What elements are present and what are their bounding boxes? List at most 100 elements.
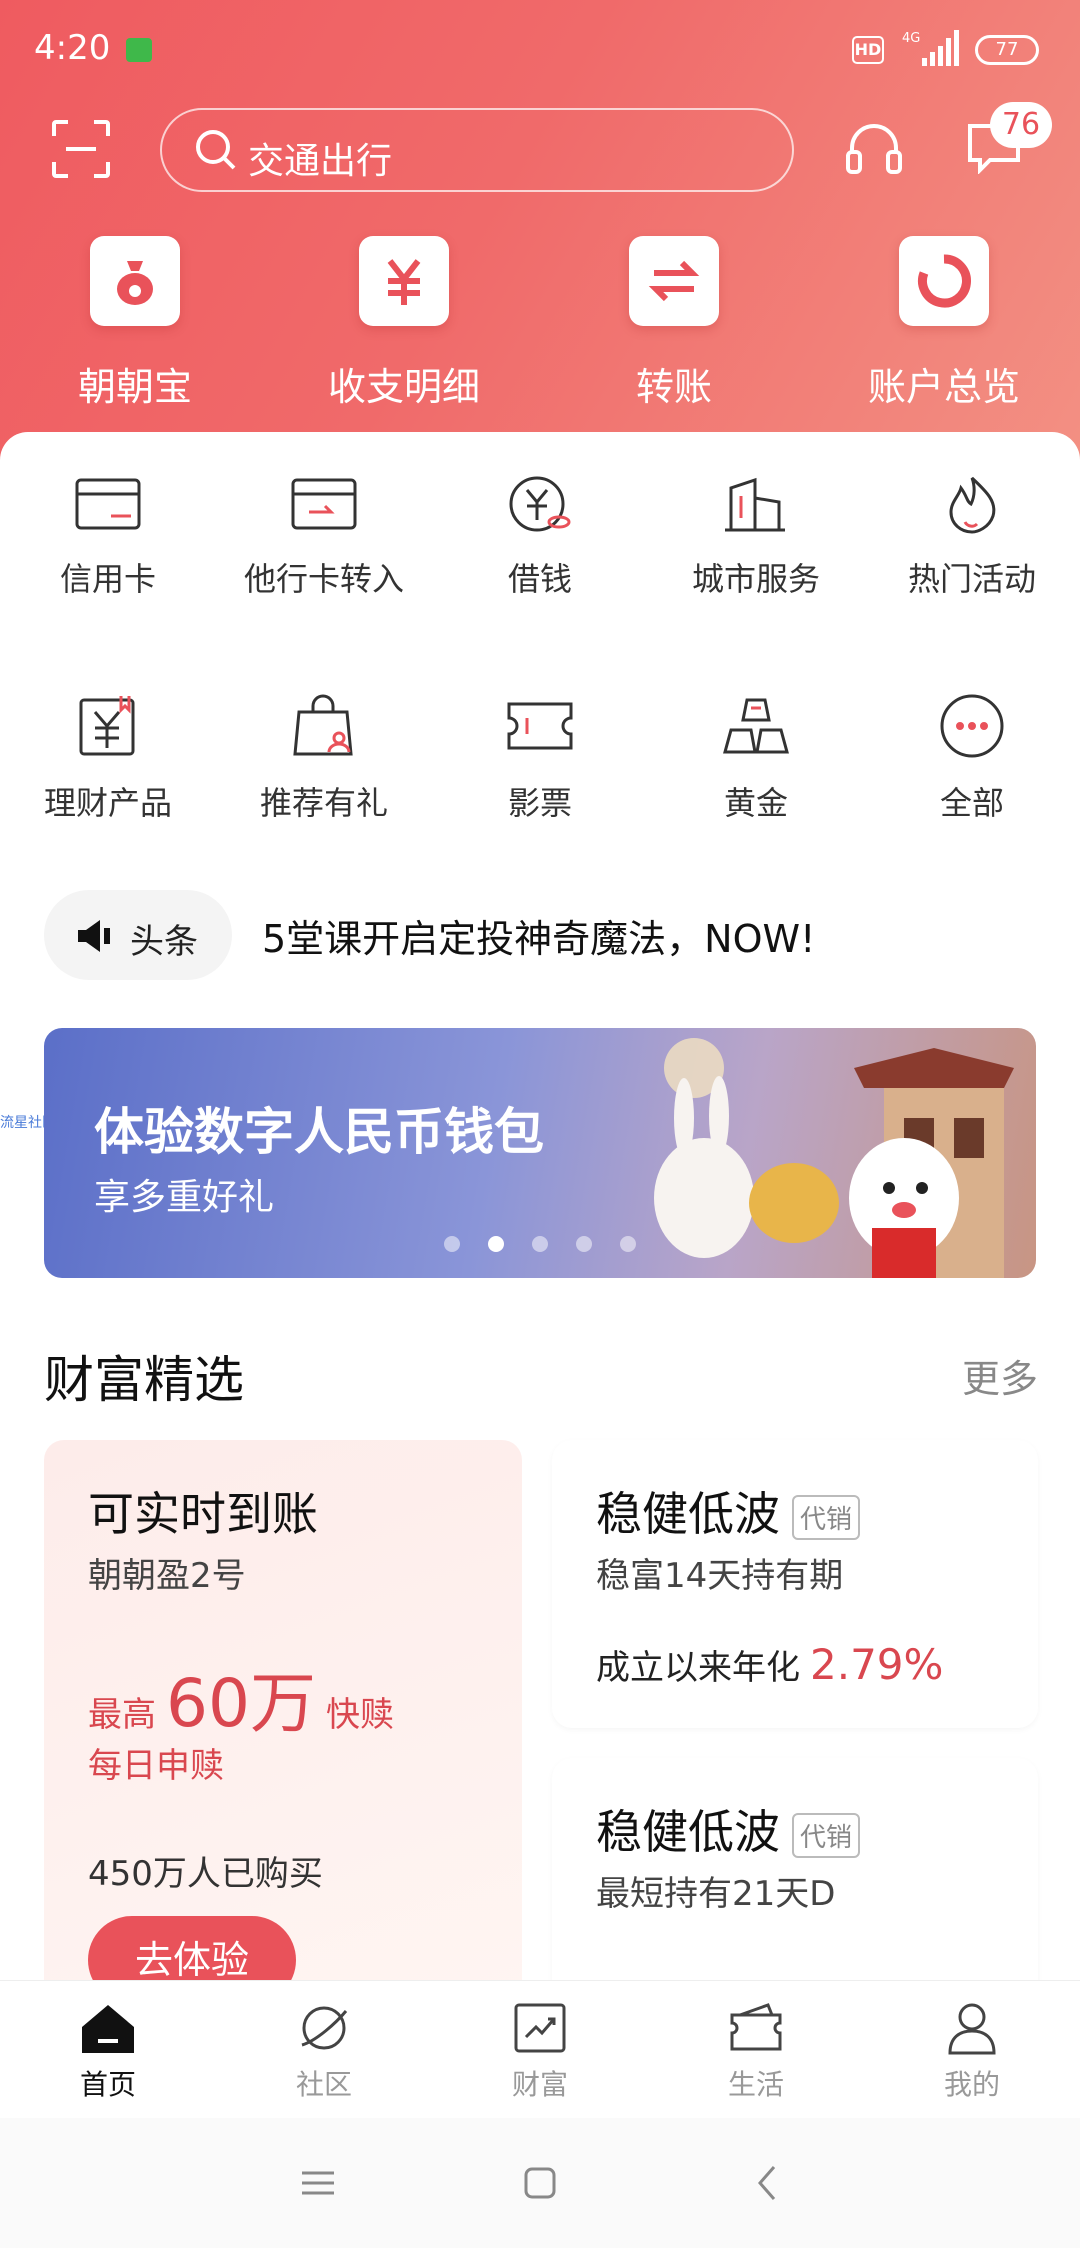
user-icon xyxy=(948,2003,996,2055)
donut-chart-icon xyxy=(899,236,989,326)
loan-coin-icon xyxy=(509,476,571,532)
service-referral[interactable]: 推荐有礼 xyxy=(216,694,432,824)
top-action-zhaozhaobao[interactable]: 朝朝宝 xyxy=(35,236,235,411)
service-movie-tickets[interactable]: 影票 xyxy=(432,694,648,824)
status-bar: 4:20 HD 4G 77 xyxy=(0,0,1080,100)
service-card-transfer-in[interactable]: 他行卡转入 xyxy=(216,474,432,600)
banner-subtitle: 享多重好礼 xyxy=(94,1177,275,1218)
tab-label: 生活 xyxy=(727,2068,784,2101)
section-title: 财富精选 xyxy=(44,1351,244,1409)
search-input[interactable]: 交通出行 xyxy=(160,108,794,192)
top-action-label: 转账 xyxy=(635,365,712,409)
battery-icon: 77 xyxy=(975,35,1039,65)
top-action-transactions[interactable]: 收支明细 xyxy=(304,236,504,411)
service-label: 他行卡转入 xyxy=(243,560,404,598)
planet-icon xyxy=(301,2006,348,2050)
agent-tag: 代销 xyxy=(792,1495,861,1540)
trend-chart-icon xyxy=(514,2003,566,2053)
card-title-text: 稳健低波 xyxy=(596,1487,780,1541)
home-icon xyxy=(82,2005,134,2053)
tab-label: 社区 xyxy=(295,2068,352,2101)
ticket-wallet-icon xyxy=(730,2003,782,2051)
service-label: 理财产品 xyxy=(43,784,172,822)
service-gold[interactable]: 黄金 xyxy=(648,694,864,824)
top-action-label: 朝朝宝 xyxy=(77,365,192,409)
tab-me[interactable]: 我的 xyxy=(864,2001,1080,2103)
card-title-text: 稳健低波 xyxy=(596,1805,780,1859)
card-transfer-icon xyxy=(291,478,357,530)
ticket-icon xyxy=(507,702,573,750)
promo-amount-line: 最高 60万 快赎 xyxy=(88,1650,394,1746)
home-square-icon[interactable] xyxy=(520,2163,560,2203)
service-hot-events[interactable]: 热门活动 xyxy=(864,474,1080,600)
promo-product-card[interactable]: 可实时到账 朝朝盈2号 最高 60万 快赎 每日申赎 450万人已购买 去体验 xyxy=(44,1440,522,2000)
hd-icon: HD xyxy=(852,36,884,64)
agent-tag: 代销 xyxy=(792,1813,861,1858)
banner-pagination xyxy=(444,1236,636,1252)
menu-icon[interactable] xyxy=(298,2163,338,2203)
scan-icon[interactable] xyxy=(50,118,112,180)
top-action-transfer[interactable]: 转账 xyxy=(574,236,774,411)
tab-label: 我的 xyxy=(943,2068,1000,2101)
service-label: 热门活动 xyxy=(907,560,1036,598)
service-city[interactable]: 城市服务 xyxy=(648,474,864,600)
tab-life[interactable]: 生活 xyxy=(648,2001,864,2103)
promo-suffix: 快赎 xyxy=(325,1695,394,1735)
service-label: 借钱 xyxy=(507,560,572,598)
yield-label: 成立以来年化 xyxy=(596,1648,800,1688)
wealth-doc-icon xyxy=(79,696,135,756)
card-title: 可实时到账 xyxy=(88,1487,318,1541)
card-subtitle: 最短持有21天D xyxy=(596,1874,836,1914)
gift-bag-icon xyxy=(293,694,353,756)
service-label: 城市服务 xyxy=(691,560,820,598)
speaker-icon xyxy=(78,920,110,952)
service-label: 推荐有礼 xyxy=(259,784,388,822)
yield-row: 成立以来年化 2.79% xyxy=(596,1640,943,1689)
gold-bars-icon xyxy=(723,698,789,754)
service-credit-card[interactable]: 信用卡 xyxy=(0,474,216,600)
tab-label: 财富 xyxy=(511,2068,568,2101)
system-nav-bar xyxy=(0,2118,1080,2248)
promo-daily: 每日申赎 xyxy=(88,1746,224,1786)
yield-value: 2.79% xyxy=(810,1640,944,1689)
more-link[interactable]: 更多 xyxy=(962,1348,1038,1403)
service-label: 黄金 xyxy=(723,784,788,822)
promo-prefix: 最高 xyxy=(88,1695,156,1735)
wechat-notification-icon xyxy=(126,38,152,62)
product-card[interactable]: 稳健低波 代销 最短持有21天D xyxy=(552,1758,1038,2018)
headline-text[interactable]: 5堂课开启定投神奇魔法，NOW! xyxy=(262,908,815,963)
tab-community[interactable]: 社区 xyxy=(216,2001,432,2103)
headline-tag-label: 头条 xyxy=(130,922,198,962)
tab-label: 首页 xyxy=(79,2068,136,2101)
back-icon[interactable] xyxy=(748,2163,788,2203)
signal-icon: 4G xyxy=(902,30,959,66)
transfer-arrows-icon xyxy=(629,236,719,326)
banner-dot[interactable] xyxy=(620,1236,636,1252)
message-badge: 76 xyxy=(990,102,1052,148)
tab-wealth[interactable]: 财富 xyxy=(432,2001,648,2103)
yuan-icon xyxy=(359,236,449,326)
status-time: 4:20 xyxy=(34,28,111,68)
service-wealth-products[interactable]: 理财产品 xyxy=(0,694,216,824)
product-card[interactable]: 稳健低波 代销 稳富14天持有期 成立以来年化 2.79% xyxy=(552,1440,1038,1728)
card-subtitle: 稳富14天持有期 xyxy=(596,1556,844,1596)
bottom-tab-bar: 首页 社区 财富 生活 我的 xyxy=(0,1980,1080,2118)
banner-dot[interactable] xyxy=(576,1236,592,1252)
service-loan[interactable]: 借钱 xyxy=(432,474,648,600)
banner-dot[interactable] xyxy=(444,1236,460,1252)
credit-card-icon xyxy=(75,478,141,530)
service-label: 全部 xyxy=(939,784,1004,822)
promo-amount: 60万 xyxy=(166,1665,316,1742)
promo-banner[interactable]: 体验数字人民币钱包 享多重好礼 xyxy=(44,1028,1036,1278)
banner-dot-active[interactable] xyxy=(488,1236,504,1252)
service-all[interactable]: 全部 xyxy=(864,694,1080,824)
money-bag-icon xyxy=(90,236,180,326)
headline-tag[interactable]: 头条 xyxy=(44,890,232,980)
top-action-label: 收支明细 xyxy=(327,365,480,409)
service-label: 影票 xyxy=(507,784,572,822)
headset-icon[interactable] xyxy=(842,118,906,182)
tab-home[interactable]: 首页 xyxy=(0,2001,216,2103)
banner-dot[interactable] xyxy=(532,1236,548,1252)
card-subtitle: 朝朝盈2号 xyxy=(88,1556,246,1596)
top-action-account-overview[interactable]: 账户总览 xyxy=(844,236,1044,411)
